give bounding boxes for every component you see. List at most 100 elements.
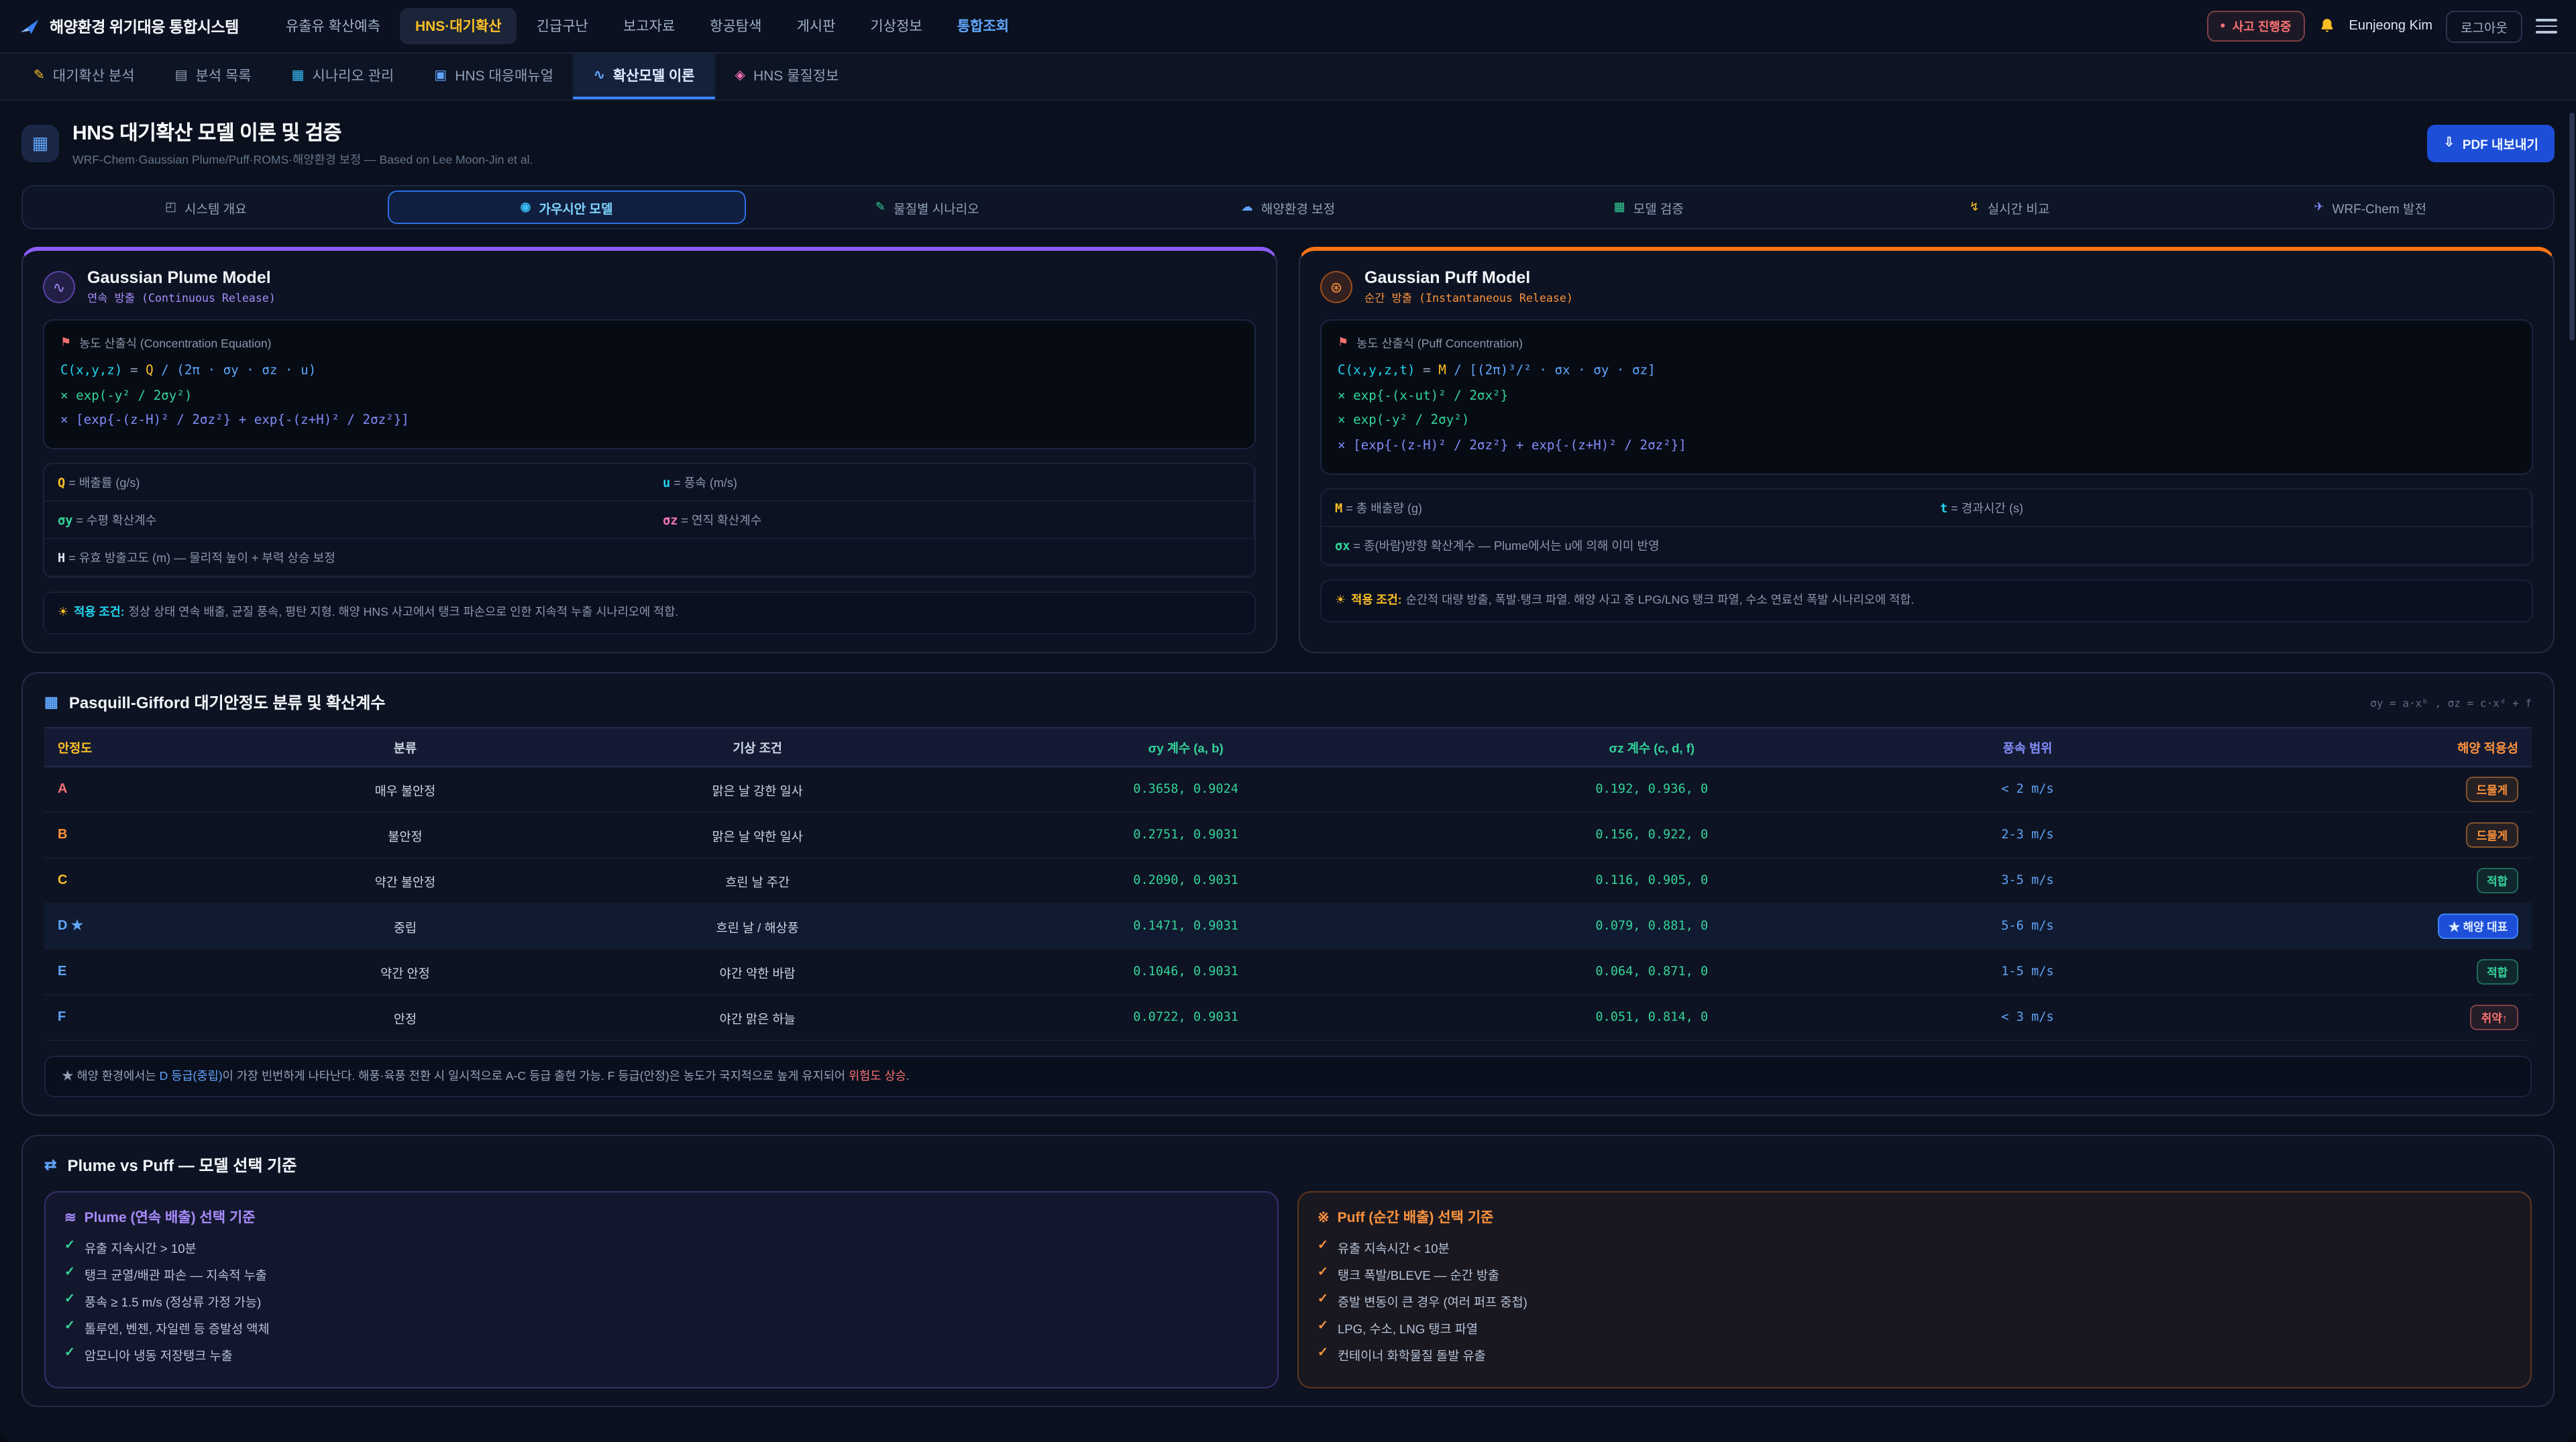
subnav-tab[interactable]: ▦ 시나리오 관리 [272,54,415,99]
subnav-tab[interactable]: ∿ 확산모델 이론 [574,54,715,99]
chart-icon: ▦ [44,694,58,711]
tab-label: 분석 목록 [195,65,251,85]
parameter-description: = 총 배출량 (g) [1342,502,1422,515]
main-menu-item[interactable]: 기상정보 [855,8,936,44]
table-row[interactable]: B 불안정 맑은 날 약한 일사 0.2751, 0.9031 0.156, 0… [44,812,2532,858]
brand[interactable]: 해양환경 위기대응 통합시스템 [19,15,239,37]
table-row[interactable]: C 약간 불안정 흐린 날 주간 0.2090, 0.9031 0.116, 0… [44,858,2532,903]
parameter-row: Q = 배출률 (g/s) [44,464,649,502]
bulb-icon: ☀ [1335,593,1346,606]
section-tab-label: 물질별 시나리오 [894,198,979,217]
weather-condition: 맑은 날 약한 일사 [555,812,959,858]
check-icon [64,1292,75,1307]
weather-condition: 맑은 날 강한 일사 [555,767,959,812]
check-icon [64,1319,75,1333]
main-content: ▦ HNS 대기확산 모델 이론 및 검증 WRF-Chem·Gaussian … [0,101,2576,1442]
pg-title-row: ▦ Pasquill-Gifford 대기안정도 분류 및 확산계수 σy = … [44,691,2532,714]
page-subtitle: WRF-Chem·Gaussian Plume/Puff·ROMS·해양환경 보… [72,150,533,168]
subnav-tab[interactable]: ▤ 분석 목록 [155,54,272,99]
main-menu-item[interactable]: HNS·대기확산 [400,8,517,44]
section-tab[interactable]: ◰ 시스템 개요 [27,190,385,224]
subnav-tab[interactable]: ◈ HNS 물질정보 [715,54,859,99]
incident-label: 사고 진행중 [2233,17,2292,35]
section-tab-icon: ↯ [1970,200,1980,215]
section-tab[interactable]: ☁ 해양환경 보정 [1109,190,1467,224]
applicability-badge: ★ 해양 대표 [2438,913,2518,939]
incident-status-badge[interactable]: ● 사고 진행중 [2206,11,2304,42]
check-icon [1318,1292,1328,1307]
criteria-item: 유출 지속시간 > 10분 [64,1238,1258,1257]
table-row[interactable]: D ★ 중립 흐린 날 / 해상풍 0.1471, 0.9031 0.079, … [44,903,2532,949]
section-tab[interactable]: ↯ 실시간 비교 [1831,190,2189,224]
stability-class-table: 안정도 분류 기상 조건 σy 계수 (a, b) σz 계수 (c, d, f… [44,727,2532,1041]
weather-condition: 흐린 날 / 해상풍 [555,903,959,949]
wind-range: 1-5 m/s [1891,949,2163,995]
table-header: 안정도 분류 기상 조건 σy 계수 (a, b) σz 계수 (c, d, f… [44,728,2532,767]
column-header: 안정도 [44,728,255,767]
note-text: 정상 상태 연속 배출, 균질 풍속, 평탄 지형. 해양 HNS 사고에서 탱… [129,605,679,618]
main-menu-item[interactable]: 게시판 [782,8,850,44]
table-row[interactable]: A 매우 불안정 맑은 날 강한 일사 0.3658, 0.9024 0.192… [44,767,2532,812]
tab-label: HNS 대응매뉴얼 [455,65,553,85]
page-header-text: HNS 대기확산 모델 이론 및 검증 WRF-Chem·Gaussian Pl… [72,118,533,168]
puff-equation-label: ⚑ 농도 산출식 (Puff Concentration) [1338,334,2516,351]
section-tab-label: 가우시안 모델 [539,198,612,217]
stability-grade: C [44,858,255,903]
plume-card-header: ∿ Gaussian Plume Model 연속 방출 (Continuous… [43,268,1256,306]
parameter-symbol: u [663,476,670,491]
weather-condition: 흐린 날 주간 [555,858,959,903]
section-tab-icon: ✎ [875,200,885,215]
wind-range: < 2 m/s [1891,767,2163,812]
criteria-item: 유출 지속시간 < 10분 [1318,1238,2512,1257]
logout-button[interactable]: 로그아웃 [2446,10,2522,42]
table-row[interactable]: E 약간 안정 야간 약한 바람 0.1046, 0.9031 0.064, 0… [44,949,2532,995]
main-menu-item[interactable]: 항공탐색 [695,8,776,44]
main-menu-item[interactable]: 유출유 확산예측 [271,8,395,44]
section-tab-label: 실시간 비교 [1988,198,2050,217]
notification-bell-icon[interactable] [2318,17,2336,35]
main-menu-item[interactable]: 긴급구난 [522,8,603,44]
check-icon [64,1238,75,1253]
main-menu-item[interactable]: 보고자료 [608,8,690,44]
table-row[interactable]: F 안정 야간 맑은 하늘 0.0722, 0.9031 0.051, 0.81… [44,995,2532,1040]
parameter-description: = 풍속 (m/s) [670,476,737,490]
check-icon [1318,1265,1328,1280]
tab-icon: ▤ [175,68,188,82]
section-tab[interactable]: ✈ WRF-Chem 발전 [2191,190,2549,224]
incident-dot-icon: ● [2220,21,2225,31]
pdf-export-button[interactable]: ⇩ PDF 내보내기 [2428,124,2555,162]
parameter-description: = 종(바람)방향 확산계수 — Plume에서는 u에 의해 이미 반영 [1350,539,1659,553]
sigma-z-coefficients: 0.064, 0.871, 0 [1412,949,1891,995]
subnav-tab[interactable]: ▣ HNS 대응매뉴얼 [414,54,574,99]
parameter-symbol: σz [663,514,678,529]
scrollbar-thumb[interactable] [2569,113,2575,341]
plume-criteria-panel: ≋ Plume (연속 배출) 선택 기준 유출 지속시간 > 10분 [44,1191,1279,1388]
criteria-item: 컨테이너 화학물질 돌발 유출 [1318,1345,2512,1364]
subnav-tab[interactable]: ✎ 대기확산 분석 [13,54,155,99]
bulb-icon: ☀ [58,605,68,618]
sigma-y-coefficients: 0.0722, 0.9031 [959,995,1412,1040]
parameter-row: σx = 종(바람)방향 확산계수 — Plume에서는 u에 의해 이미 반영 [1322,527,2532,565]
column-header: 풍속 범위 [1891,728,2163,767]
parameter-symbol: σx [1335,539,1350,554]
section-tab[interactable]: ◉ 가우시안 모델 [388,190,746,224]
check-icon [64,1265,75,1280]
equation-line: × exp{-(x-ut)² / 2σx²} [1338,384,2516,409]
equation-line: C(x,y,z,t) = M / [(2π)³/² · σx · σy · σz… [1338,359,2516,384]
tab-label: 대기확산 분석 [53,65,135,85]
pg-sigma-formula: σy = a·xᵇ , σz = c·xᵈ + f [2370,698,2532,710]
parameter-description: = 경과시간 (s) [1947,502,2023,515]
sigma-y-coefficients: 0.2751, 0.9031 [959,812,1412,858]
main-menu-item[interactable]: 통합조회 [943,8,1024,44]
tab-icon: ▦ [292,68,305,82]
parameter-row: σy = 수평 확산계수 [44,502,649,539]
equation-line: × exp(-y² / 2σy²) [1338,410,2516,435]
section-tab[interactable]: ✎ 물질별 시나리오 [748,190,1106,224]
section-tab-icon: ▦ [1614,200,1625,215]
plume-card-subtitle: 연속 방출 (Continuous Release) [87,290,276,306]
menu-icon[interactable] [2536,16,2557,36]
parameter-description: = 배출률 (g/s) [65,476,140,490]
plume-condition-note: ☀적용 조건:정상 상태 연속 배출, 균질 풍속, 평탄 지형. 해양 HNS… [43,592,1256,634]
sigma-z-coefficients: 0.051, 0.814, 0 [1412,995,1891,1040]
section-tab[interactable]: ▦ 모델 검증 [1470,190,1828,224]
